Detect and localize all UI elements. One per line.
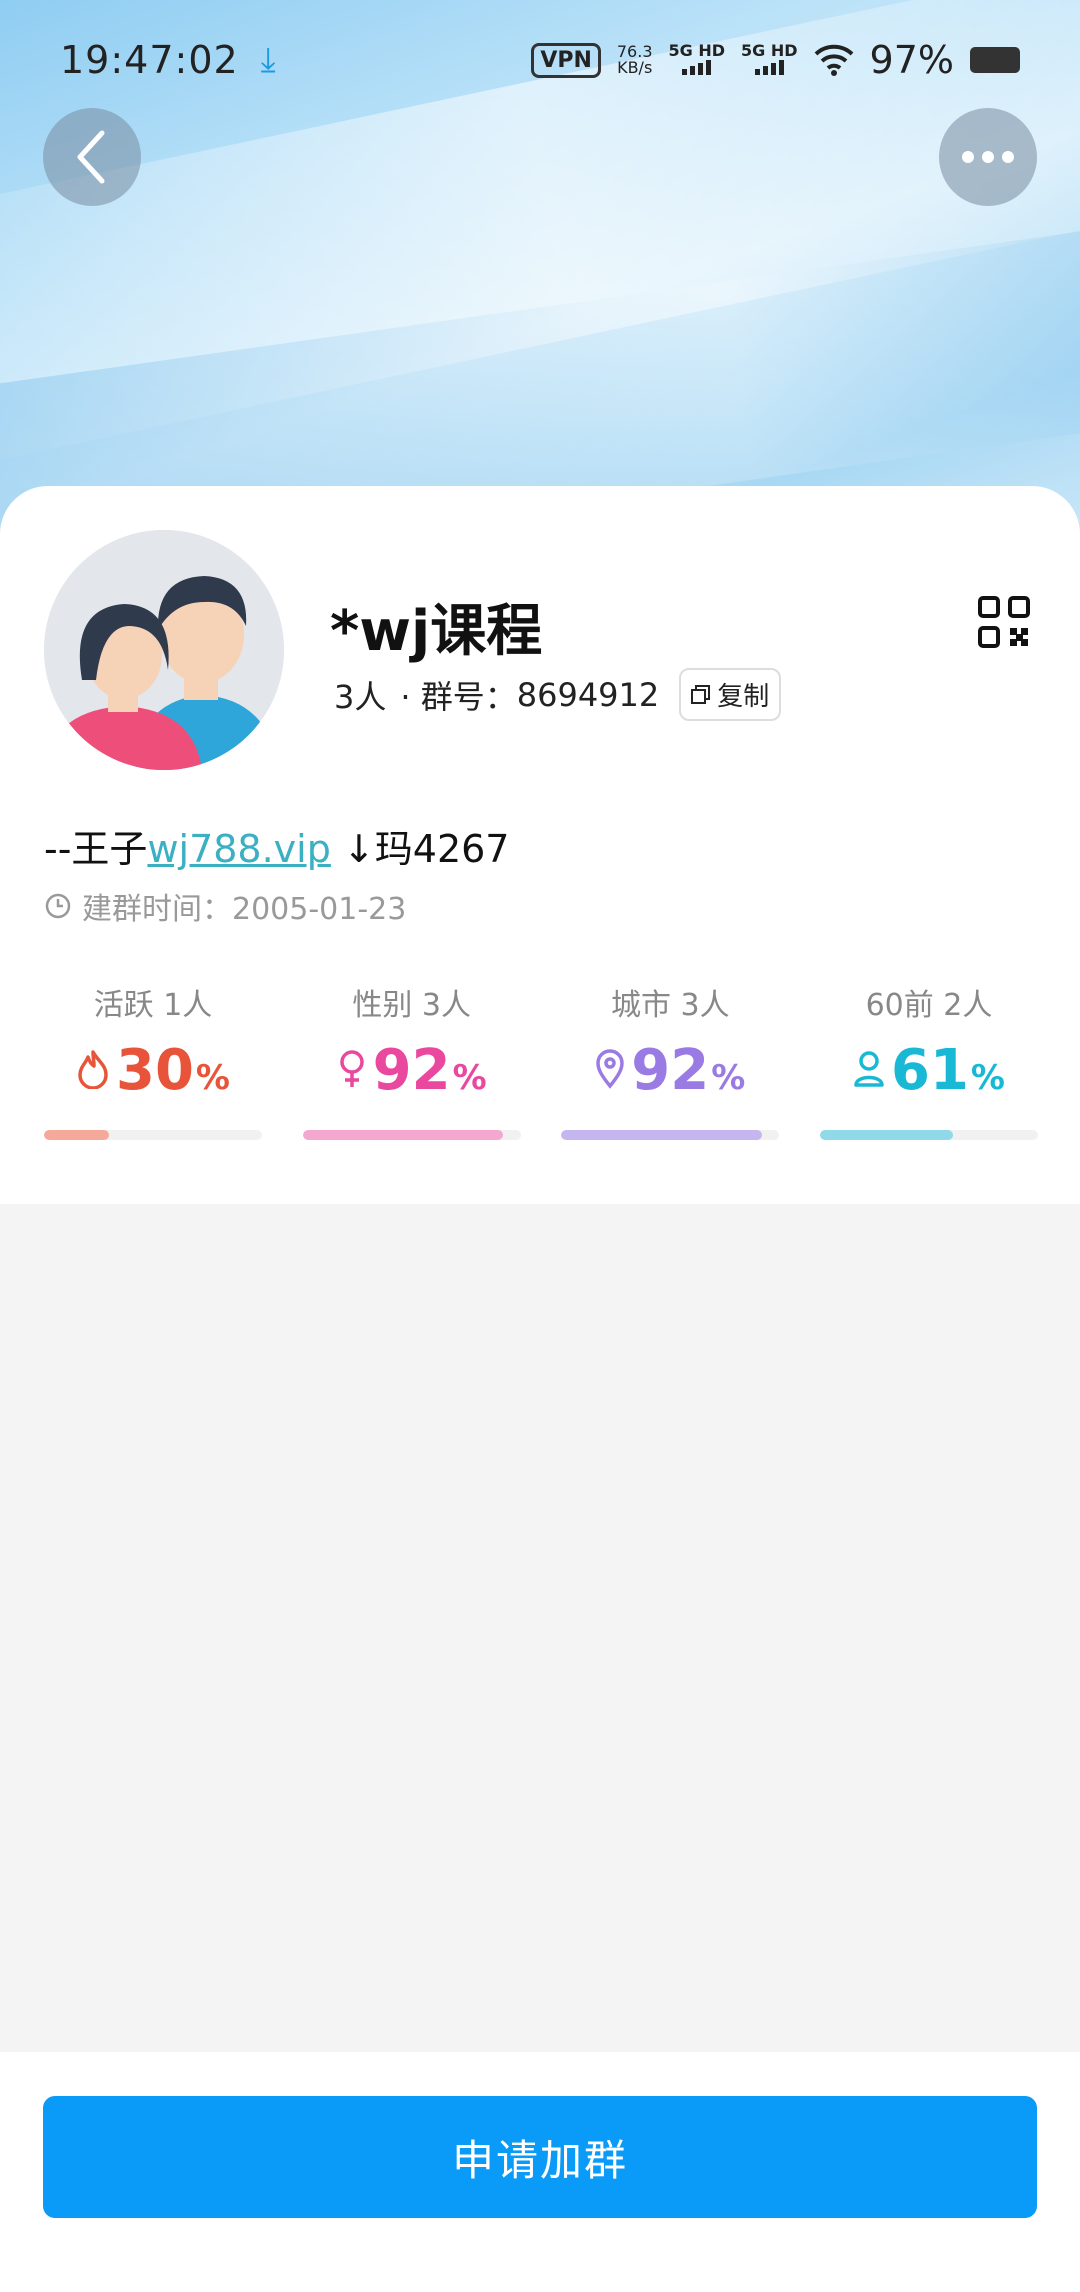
stat-unit: % <box>195 1058 230 1098</box>
stat-value: 30 % <box>44 1038 262 1108</box>
group-id-label: · 群号： <box>400 677 517 716</box>
stat-progress-track <box>561 1130 780 1140</box>
more-button[interactable] <box>939 108 1037 206</box>
description-suffix: ↓玛4267 <box>330 827 510 871</box>
stat-progress-track <box>302 1130 521 1140</box>
member-count: 3人 <box>334 677 387 716</box>
sim1-signal: 5G HD <box>668 40 726 78</box>
group-avatar <box>44 530 284 770</box>
sim2-label: 5G HD <box>741 40 798 60</box>
stat-progress-fill <box>44 1130 110 1140</box>
group-id: 8694912 <box>516 675 660 714</box>
stat-label: 性别 3人 <box>352 988 471 1023</box>
created-date: 2005-01-23 <box>232 892 407 927</box>
group-description: --王子wj788.vip ↓玛4267 <box>44 818 510 873</box>
person-icon <box>853 1049 885 1098</box>
sim1-label: 5G HD <box>668 40 726 60</box>
back-button[interactable] <box>43 108 141 206</box>
group-name: *wj课程 <box>330 599 543 664</box>
net-speed: 76.3 KB/s <box>617 44 653 76</box>
stat-unit: % <box>452 1058 487 1098</box>
status-time: 19:47:02 <box>60 38 239 82</box>
stat-item: 活跃 1人 30 % <box>44 980 262 1140</box>
stat-number: 92 <box>372 1038 451 1103</box>
vpn-indicator: VPN <box>531 42 601 78</box>
stat-progress-track <box>819 1130 1038 1140</box>
group-stats: 活跃 1人 30 % 性别 3人 92 % 城市 3人 92 % 60前 2人 <box>44 980 1038 1140</box>
couple-avatar-icon <box>44 530 284 770</box>
status-bar: 19:47:02 ⤓ VPN 76.3 KB/s 5G HD 5G HD 97% <box>0 0 1080 120</box>
description-link[interactable]: wj788.vip <box>147 827 330 871</box>
stat-unit: % <box>711 1058 746 1098</box>
stat-label: 60前 2人 <box>865 988 993 1023</box>
wifi-icon <box>814 44 853 76</box>
apply-join-button[interactable]: 申请加群 <box>43 2096 1037 2218</box>
stat-item: 60前 2人 61 % <box>819 980 1038 1140</box>
flame-icon <box>76 1049 110 1098</box>
qr-code-icon[interactable] <box>978 596 1030 648</box>
download-icon: ⤓ <box>260 40 276 80</box>
stat-value: 92 % <box>303 1038 521 1108</box>
battery-icon <box>970 47 1020 73</box>
stat-unit: % <box>970 1058 1005 1098</box>
stat-progress-track <box>44 1130 262 1140</box>
net-speed-unit: KB/s <box>617 58 653 77</box>
stat-value: 92 % <box>561 1038 779 1108</box>
stat-value: 61 % <box>820 1038 1038 1108</box>
copy-button[interactable]: 复制 <box>679 668 782 721</box>
chevron-left-icon <box>77 130 105 184</box>
sim2-signal: 5G HD <box>741 40 798 78</box>
created-label: 建群时间： <box>82 892 232 927</box>
more-dots-icon <box>962 151 1014 163</box>
signal-bars-icon <box>754 59 784 75</box>
battery-percent: 97% <box>869 38 954 82</box>
copy-icon <box>691 684 711 704</box>
stat-label: 活跃 1人 <box>93 988 213 1023</box>
stat-number: 30 <box>115 1038 194 1103</box>
stat-label: 城市 3人 <box>611 988 730 1023</box>
stat-progress-fill <box>819 1130 953 1140</box>
created-date-row: 建群时间：2005-01-23 <box>44 884 406 928</box>
group-meta: 3人 · 群号： 8694912 复制 <box>334 668 782 721</box>
stat-number: 92 <box>631 1038 710 1103</box>
clock-icon <box>45 893 71 919</box>
description-prefix: --王子 <box>44 827 148 871</box>
stat-progress-fill <box>302 1130 504 1140</box>
stat-item: 性别 3人 92 % <box>302 980 521 1140</box>
stat-item: 城市 3人 92 % <box>561 980 780 1140</box>
stat-number: 61 <box>890 1038 969 1103</box>
copy-label: 复制 <box>717 682 770 712</box>
location-icon <box>595 1049 625 1098</box>
female-icon <box>337 1049 367 1098</box>
signal-bars-icon <box>682 59 712 75</box>
stat-progress-fill <box>561 1130 762 1140</box>
